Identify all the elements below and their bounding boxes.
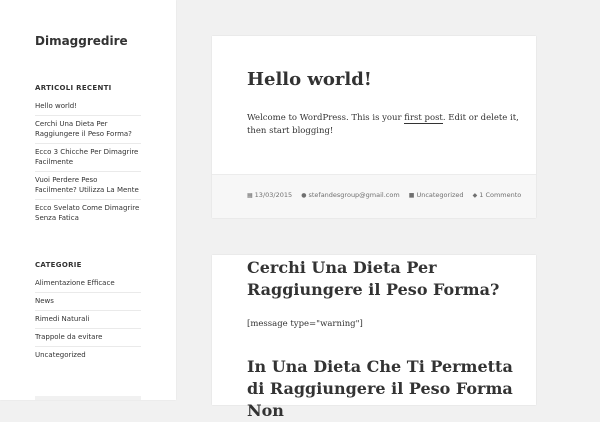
recent-posts-title: ARTICOLI RECENTI	[35, 84, 112, 92]
post-comments[interactable]: ◆ 1 Commento	[473, 191, 522, 199]
comment-icon: ◆	[472, 192, 478, 199]
folder-icon: ■	[408, 192, 415, 199]
post-category[interactable]: ■ Uncategorized	[409, 191, 464, 199]
post-meta: ▦ 13/03/2015 ● stefandesgroup@gmail.com ■ U…	[247, 191, 528, 199]
post-content: Welcome to WordPress. This is your first…	[247, 112, 522, 138]
sidebar: Dimaggredire ARTICOLI RECENTI Hello worl…	[0, 0, 176, 400]
recent-post-item[interactable]: Ecco Svelato Come Dimagrire Senza Fatica	[35, 200, 141, 227]
calendar-icon: ▦	[247, 192, 253, 199]
recent-post-item[interactable]: Hello world!	[35, 98, 141, 116]
categories-title: CATEGORIE	[35, 261, 82, 269]
post-footer: ▦ 13/03/2015 ● stefandesgroup@gmail.com ■ U…	[212, 174, 536, 218]
post-card: Hello world! Welcome to WordPress. This …	[212, 36, 536, 218]
category-item[interactable]: News	[35, 293, 141, 311]
recent-post-item[interactable]: Vuoi Perdere Peso Facilmente? Utilizza L…	[35, 172, 141, 200]
post-date[interactable]: ▦ 13/03/2015	[247, 191, 292, 199]
user-icon: ●	[301, 192, 307, 199]
post-author-text: stefandesgroup@gmail.com	[308, 191, 400, 199]
post-date-text: 13/03/2015	[254, 191, 293, 199]
post-category-text: Uncategorized	[416, 191, 464, 199]
post-comments-text: 1 Commento	[479, 191, 522, 199]
recent-posts-widget: ARTICOLI RECENTI Hello world! Cerchi Una…	[35, 84, 141, 227]
post-author[interactable]: ● stefandesgroup@gmail.com	[301, 191, 399, 199]
recent-post-item[interactable]: Ecco 3 Chicche Per Dimagrire Facilmente	[35, 144, 141, 172]
category-item[interactable]: Trappole da evitare	[35, 329, 141, 347]
category-item[interactable]: Uncategorized	[35, 347, 141, 364]
post-heading: In Una Dieta Che Ti Permetta di Raggiung…	[247, 357, 513, 420]
categories-list: Alimentazione Efficace News Rimedi Natur…	[35, 275, 141, 364]
categories-widget: CATEGORIE Alimentazione Efficace News Ri…	[35, 261, 141, 364]
first-post-link[interactable]: first post	[404, 113, 443, 124]
category-item[interactable]: Alimentazione Efficace	[35, 275, 141, 293]
post-card: Cerchi Una Dieta Per Raggiungere il Peso…	[212, 255, 536, 420]
post-title[interactable]: Hello world!	[247, 69, 372, 90]
post-title[interactable]: Cerchi Una Dieta Per Raggiungere il Peso…	[247, 257, 527, 301]
site-title[interactable]: Dimaggredire	[35, 34, 128, 48]
recent-posts-list: Hello world! Cerchi Una Dieta Per Raggiu…	[35, 98, 141, 227]
recent-post-item[interactable]: Cerchi Una Dieta Per Raggiungere il Peso…	[35, 116, 141, 144]
post-text-before: Welcome to WordPress. This is your	[247, 113, 405, 123]
post-content: [message type="warning"]	[247, 319, 363, 329]
category-item[interactable]: Rimedi Naturali	[35, 311, 141, 329]
sidebar-next-widget	[35, 396, 141, 400]
